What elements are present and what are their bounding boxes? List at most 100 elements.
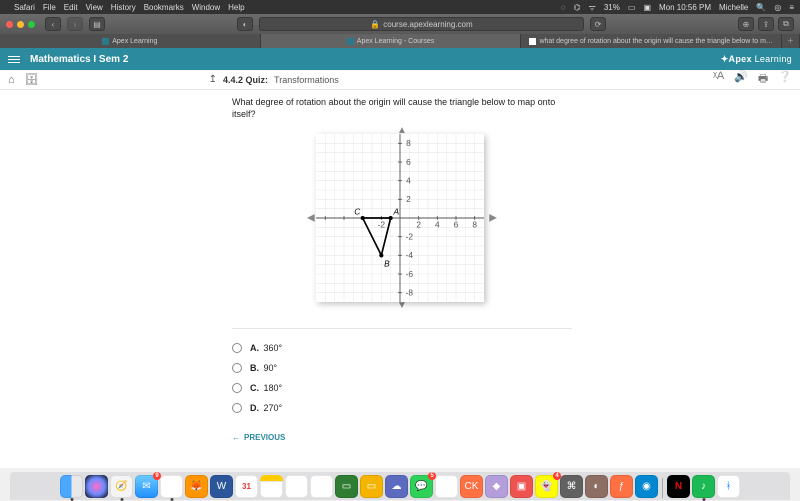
- svg-text:-8: -8: [406, 288, 414, 298]
- translate-icon[interactable]: ᵡA: [713, 70, 724, 89]
- dock-spotify[interactable]: ♪: [692, 475, 715, 498]
- menubar-app[interactable]: Safari: [14, 3, 35, 12]
- arrow-left-icon: ←: [232, 433, 240, 442]
- macos-menubar: Safari File Edit View History Bookmarks …: [0, 0, 800, 14]
- dock-classroom[interactable]: ▭: [335, 475, 358, 498]
- dock-calendar[interactable]: 31: [235, 475, 258, 498]
- tab-label: what degree of rotation about the origin…: [539, 38, 772, 45]
- screen-icon[interactable]: ▣: [643, 3, 651, 12]
- dock-siri[interactable]: [85, 475, 108, 498]
- dock-drive[interactable]: ▲: [310, 475, 333, 498]
- breadcrumb-up-icon[interactable]: ↥: [209, 74, 217, 85]
- messages-badge: 5: [428, 472, 436, 480]
- control-center-icon[interactable]: ◎: [774, 3, 781, 12]
- menu-file[interactable]: File: [43, 3, 56, 12]
- favicon-icon: [529, 38, 536, 45]
- bluetooth-icon[interactable]: ⌬: [574, 3, 581, 12]
- window-zoom[interactable]: [28, 21, 35, 28]
- sidebar-button[interactable]: ▤: [89, 17, 105, 31]
- apex-header: Mathematics I Sem 2 ✦Apex Learning: [0, 48, 800, 70]
- previous-button[interactable]: ← PREVIOUS: [232, 433, 572, 442]
- menu-view[interactable]: View: [86, 3, 103, 12]
- svg-text:-2: -2: [406, 232, 414, 242]
- svg-text:B: B: [384, 259, 390, 269]
- radio-icon[interactable]: [232, 363, 242, 373]
- radio-icon[interactable]: [232, 383, 242, 393]
- battery-icon: ▭: [628, 3, 636, 12]
- share-button[interactable]: ⇪: [758, 17, 774, 31]
- dock-bluetooth[interactable]: ᚼ: [717, 475, 740, 498]
- radio-icon[interactable]: [232, 403, 242, 413]
- svg-text:-6: -6: [406, 269, 414, 279]
- dock-app[interactable]: ◆: [485, 475, 508, 498]
- dock-app[interactable]: ◧: [435, 475, 458, 498]
- dock-app[interactable]: CK: [460, 475, 483, 498]
- wifi-icon[interactable]: ᯤ: [589, 2, 596, 13]
- dock-notes[interactable]: [260, 475, 283, 498]
- audio-icon[interactable]: 🔊: [734, 70, 748, 89]
- answer-option[interactable]: B. 90°: [232, 363, 572, 373]
- briefcase-icon[interactable]: 🗄: [25, 73, 39, 86]
- dock-app[interactable]: ☁: [385, 475, 408, 498]
- reader-button[interactable]: ◐: [237, 17, 253, 31]
- breadcrumb-title: Transformations: [274, 75, 339, 85]
- dock-netflix[interactable]: N: [667, 475, 690, 498]
- browser-tab[interactable]: Apex Learning - Courses: [261, 34, 522, 48]
- address-bar[interactable]: 🔒 course.apexlearning.com: [259, 17, 584, 31]
- svg-text:6: 6: [454, 220, 459, 230]
- coordinate-graph: ▲ ▼ ◀ ▶: [316, 134, 488, 302]
- answer-text: 270°: [264, 403, 283, 413]
- dock-flux[interactable]: ƒ: [610, 475, 633, 498]
- help-icon[interactable]: ❔: [778, 70, 792, 89]
- downloads-button[interactable]: ⊕: [738, 17, 754, 31]
- status-toggle-icon[interactable]: ◌: [561, 3, 566, 12]
- menu-edit[interactable]: Edit: [64, 3, 78, 12]
- apex-logo[interactable]: ✦Apex Learning: [721, 54, 792, 65]
- answer-option[interactable]: C. 180°: [232, 383, 572, 393]
- menu-help[interactable]: Help: [228, 3, 244, 12]
- menubar-clock[interactable]: Mon 10:56 PM: [659, 3, 711, 12]
- macos-dock: 🧭 ✉9 ◉ 🦊 W 31 ☑ ▲ ▭ ▭ ☁ 💬5 ◧ CK ◆ ▣ 👻4 ⌘…: [0, 468, 800, 500]
- reload-button[interactable]: ⟳: [590, 17, 606, 31]
- menu-window[interactable]: Window: [192, 3, 220, 12]
- badge: 4: [553, 472, 561, 480]
- svg-text:4: 4: [406, 176, 411, 186]
- answer-option[interactable]: A. 360°: [232, 343, 572, 353]
- menu-button[interactable]: [8, 54, 20, 65]
- dock-app[interactable]: ▣: [510, 475, 533, 498]
- svg-text:C: C: [354, 207, 361, 217]
- home-icon[interactable]: ⌂: [8, 74, 15, 86]
- spotlight-icon[interactable]: 🔍: [756, 3, 766, 12]
- print-icon[interactable]: 🖶: [758, 70, 768, 89]
- menu-bookmarks[interactable]: Bookmarks: [144, 3, 184, 12]
- browser-tab[interactable]: what degree of rotation about the origin…: [521, 34, 782, 48]
- back-button[interactable]: ‹: [45, 17, 61, 31]
- notification-center-icon[interactable]: ≡: [789, 3, 794, 12]
- window-controls: [6, 21, 35, 28]
- new-tab-button[interactable]: ＋: [782, 34, 800, 48]
- tabs-button[interactable]: ⧉: [778, 17, 794, 31]
- dock-app[interactable]: ◉: [635, 475, 658, 498]
- dock-chrome[interactable]: ◉: [160, 475, 183, 498]
- dock-app[interactable]: ⌘: [560, 475, 583, 498]
- dock-reminders[interactable]: ☑: [285, 475, 308, 498]
- content-area: What degree of rotation about the origin…: [0, 90, 800, 468]
- dock-word[interactable]: W: [210, 475, 233, 498]
- dock-safari[interactable]: 🧭: [110, 475, 133, 498]
- dock-firefox[interactable]: 🦊: [185, 475, 208, 498]
- dock-finder[interactable]: [60, 475, 83, 498]
- forward-button[interactable]: ›: [67, 17, 83, 31]
- browser-tab[interactable]: Apex Learning: [0, 34, 261, 48]
- dock-app[interactable]: ◐: [585, 475, 608, 498]
- window-close[interactable]: [6, 21, 13, 28]
- dock-slides[interactable]: ▭: [360, 475, 383, 498]
- radio-icon[interactable]: [232, 343, 242, 353]
- menubar-user[interactable]: Michelle: [719, 3, 748, 12]
- window-minimize[interactable]: [17, 21, 24, 28]
- answer-option[interactable]: D. 270°: [232, 403, 572, 413]
- menu-history[interactable]: History: [111, 3, 136, 12]
- answer-text: 90°: [264, 363, 278, 373]
- url-host: course.apexlearning.com: [383, 20, 472, 29]
- apex-subheader: ⌂ 🗄 ↥ 4.4.2 Quiz: Transformations ᵡA 🔊 🖶…: [0, 70, 800, 90]
- answer-letter: B.: [250, 363, 259, 373]
